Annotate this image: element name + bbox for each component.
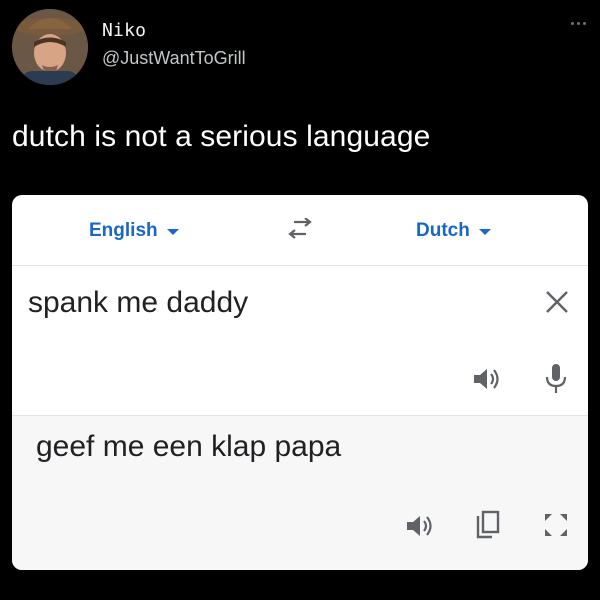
user-handle[interactable]: @JustWantToGrill [102,48,246,69]
swap-languages-icon[interactable] [284,217,316,242]
source-language-button[interactable]: English [89,220,179,242]
avatar[interactable] [12,9,88,85]
display-name[interactable]: Niko [102,20,146,41]
chevron-down-icon [478,229,491,235]
tweet-text: dutch is not a serious language [12,120,431,153]
target-language-label: Dutch [416,220,470,241]
source-text-input[interactable]: spank me daddy [28,286,248,320]
source-language-label: English [89,220,158,241]
avatar-image [12,9,88,85]
more-horizontal-icon [571,22,574,25]
speaker-icon[interactable] [472,365,502,393]
translated-text: geef me een klap papa [36,430,342,463]
microphone-icon[interactable] [545,363,567,395]
speaker-icon[interactable] [405,512,435,540]
language-bar: English Dutch [12,195,588,266]
copy-icon[interactable] [474,510,500,540]
translation-output-area: geef me een klap papa [12,416,588,570]
target-language-button[interactable]: Dutch [416,220,491,242]
chevron-down-icon [166,229,179,235]
more-options-button[interactable] [567,18,590,29]
close-icon[interactable] [544,289,570,315]
tweet-header: Niko @JustWantToGrill [0,0,600,100]
source-input-area[interactable]: spank me daddy [12,266,588,416]
fullscreen-icon[interactable] [543,512,569,538]
translate-screenshot-card[interactable]: English Dutch spank me daddy geef me een… [12,195,588,570]
